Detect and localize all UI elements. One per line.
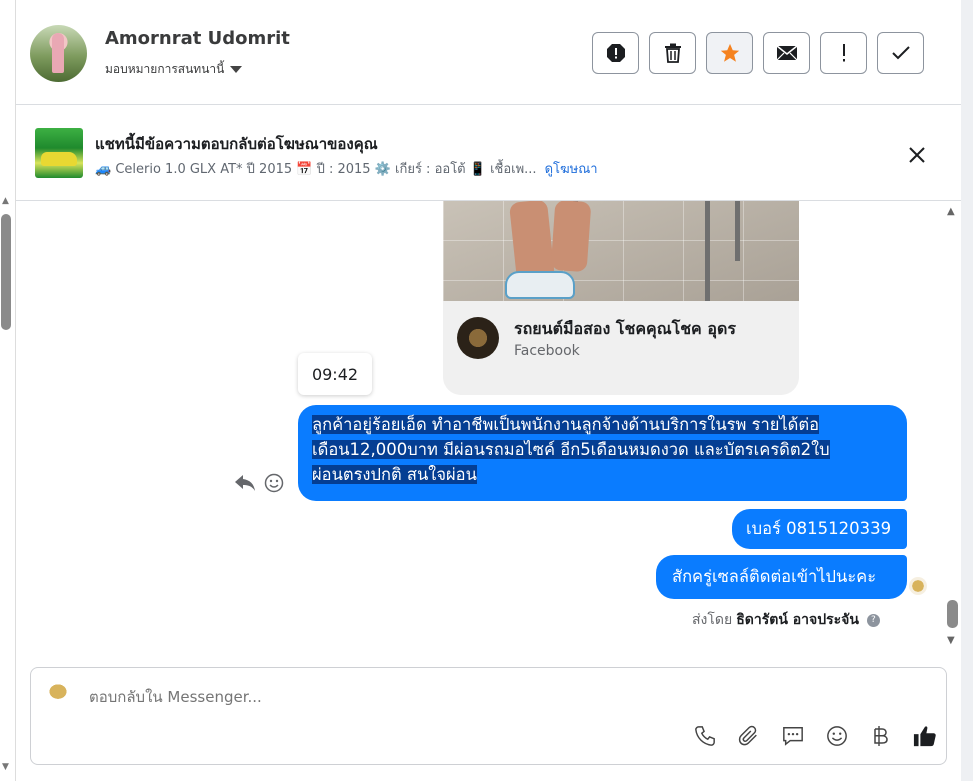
mark-done-button[interactable] [877, 32, 924, 74]
baht-icon [874, 726, 888, 746]
page-logo [457, 317, 499, 359]
help-icon[interactable]: ? [866, 613, 880, 627]
trash-icon [664, 43, 681, 63]
star-icon [720, 43, 739, 62]
right-panel-edge [961, 0, 973, 781]
like-button[interactable] [913, 724, 937, 748]
conversation-header: Amornrat Udomrit มอบหมายการสนทนานี้ [16, 0, 961, 105]
sent-by-name: ธิดารัตน์ อาจประจัน [736, 612, 859, 628]
sent-by-info: ส่งโดย ธิดารัตน์ อาจประจัน ? [692, 609, 880, 631]
message-text: สักครู่เซลล์ติดต่อเข้าไปนะคะ [672, 567, 877, 586]
message-text-line: เดือน12,000บาท มีผ่อนรถมอไซค์ อีก5เดือนห… [312, 440, 830, 459]
page-avatar [41, 682, 75, 706]
sent-by-prefix: ส่งโดย [692, 612, 733, 628]
page-scrollbar-thumb[interactable] [1, 214, 11, 330]
message-bubble[interactable]: ลูกค้าอยู่ร้อยเอ็ด ทำอาชีพเป็นพนักงานลูก… [298, 405, 907, 501]
message-actions [234, 473, 284, 493]
message-text-line: ลูกค้าอยู่ร้อยเอ็ด ทำอาชีพเป็นพนักงานลูก… [312, 415, 820, 434]
composer-box[interactable] [30, 667, 947, 765]
follow-up-button[interactable] [820, 32, 867, 74]
exclamation-icon [842, 44, 845, 62]
view-ad-link[interactable]: ดูโฆษณา [545, 162, 598, 177]
scroll-up-arrow-icon[interactable]: ▲ [2, 196, 9, 206]
post-source: Facebook [514, 343, 580, 359]
contact-name[interactable]: Amornrat Udomrit [105, 28, 290, 49]
delete-button[interactable] [649, 32, 696, 74]
ad-description: 🚙 Celerio 1.0 GLX AT* ปี 2015 📅 ปี : 201… [95, 158, 598, 179]
scroll-down-arrow-icon[interactable]: ▼ [2, 762, 9, 772]
message-bubble[interactable]: สักครู่เซลล์ติดต่อเข้าไปนะคะ [656, 555, 907, 599]
thread-scrollbar[interactable]: ▲ ▼ [946, 201, 960, 656]
star-button[interactable] [706, 32, 753, 74]
message-bubble[interactable]: เบอร์ 0815120339 [732, 509, 907, 549]
message-text-line: ผ่อนตรงปกติ สนใจผ่อน [312, 465, 477, 484]
emoji-icon [827, 726, 847, 746]
shared-post-card[interactable]: รถยนต์มือสอง โชคคุณโชค อุดร Facebook [443, 201, 799, 395]
attach-button[interactable] [737, 724, 761, 748]
phone-icon [695, 726, 715, 746]
saved-replies-button[interactable] [781, 724, 805, 748]
composer-tools [693, 724, 937, 748]
chat-bubble-icon [783, 727, 803, 746]
payment-button[interactable] [869, 724, 893, 748]
emoji-button[interactable] [825, 724, 849, 748]
ad-description-text: 🚙 Celerio 1.0 GLX AT* ปี 2015 📅 ปี : 201… [95, 162, 537, 177]
caret-down-icon [230, 66, 243, 73]
message-text: เบอร์ 0815120339 [746, 519, 892, 538]
scroll-down-arrow-icon[interactable]: ▼ [947, 635, 955, 646]
reply-input[interactable] [89, 688, 689, 706]
mark-unread-button[interactable] [763, 32, 810, 74]
spam-icon [606, 44, 625, 62]
post-image [443, 201, 799, 301]
call-button[interactable] [693, 724, 717, 748]
ad-reply-banner: แชทนี้มีข้อความตอบกลับต่อโฆษณาของคุณ 🚙 C… [16, 106, 961, 201]
seen-avatar [909, 577, 927, 595]
ad-thumbnail[interactable] [35, 128, 83, 178]
check-icon [891, 46, 910, 60]
thumbs-up-icon [913, 726, 936, 747]
reply-icon[interactable] [234, 474, 256, 492]
page-name: รถยนต์มือสอง โชคคุณโชค อุดร [514, 319, 736, 338]
timestamp-tooltip: 09:42 [298, 353, 372, 395]
composer-area [16, 656, 961, 781]
close-icon[interactable] [906, 144, 928, 166]
avatar[interactable] [30, 25, 87, 82]
header-actions [592, 32, 924, 74]
thread-scrollbar-thumb[interactable] [947, 600, 958, 628]
assign-conversation-dropdown[interactable]: มอบหมายการสนทนานี้ [105, 60, 243, 79]
react-emoji-icon[interactable] [264, 473, 284, 493]
mail-icon [776, 45, 797, 61]
page-scrollbar[interactable]: ▲ ▼ [0, 0, 14, 781]
paperclip-icon [738, 725, 757, 746]
assign-label: มอบหมายการสนทนานี้ [105, 62, 225, 76]
shared-post-info: รถยนต์มือสอง โชคคุณโชค อุดร Facebook [443, 301, 799, 395]
ad-banner-title: แชทนี้มีข้อความตอบกลับต่อโฆษณาของคุณ [95, 135, 378, 153]
message-thread[interactable]: รถยนต์มือสอง โชคคุณโชค อุดร Facebook 09:… [16, 201, 961, 656]
mark-spam-button[interactable] [592, 32, 639, 74]
scroll-up-arrow-icon[interactable]: ▲ [947, 206, 955, 217]
